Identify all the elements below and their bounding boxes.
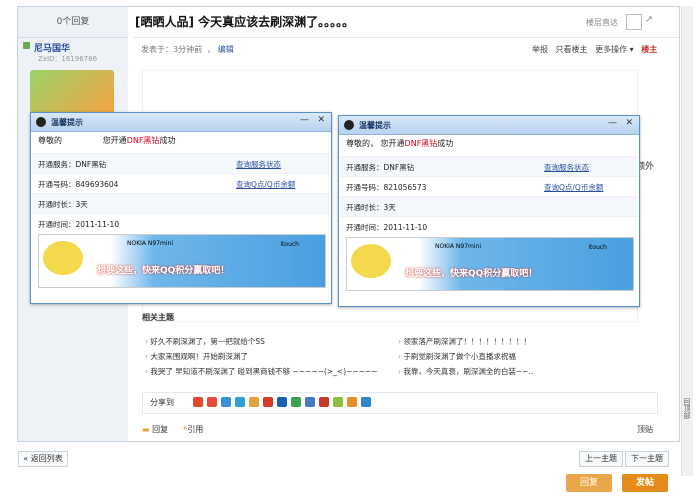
info-row: 开通号码：849693604 查询Q点/Q币余额	[32, 173, 330, 194]
author-zxid: ZxID：16196786	[38, 55, 98, 63]
popup-titlebar[interactable]: 温馨提示 — ✕	[31, 113, 331, 132]
author-name[interactable]: 尼马国华	[34, 41, 70, 54]
only-author-link[interactable]: 只看楼主	[556, 45, 588, 54]
reply-main-button[interactable]: 回复	[566, 474, 612, 492]
avatar[interactable]	[30, 70, 114, 114]
check-service-link[interactable]: 查询服务状态	[544, 162, 589, 173]
qq-penguin-icon	[36, 117, 46, 127]
floor-go-arrow-icon[interactable]: ➚	[645, 14, 653, 25]
share-tencent-icon[interactable]	[221, 397, 231, 407]
author-badge: 楼主	[641, 45, 658, 54]
info-row: 开通时长：3天	[32, 193, 330, 214]
share-douban-icon[interactable]	[277, 397, 287, 407]
check-service-link[interactable]: 查询服务状态	[236, 159, 281, 170]
info-row: 开通时间：2011-11-10	[32, 213, 330, 234]
thread-title: [晒晒人品] 今天真应该去刷深渊了。。。。。	[135, 15, 355, 29]
share-bar	[142, 392, 658, 414]
notification-popup: 温馨提示 — ✕ 尊敬的 您开通DNF黑钻成功 开通服务：DNF黑钻 查询服务状…	[30, 112, 332, 304]
greeting: 尊敬的， 您开通DNF黑钻成功	[346, 139, 454, 148]
bump-button[interactable]: 顶贴	[637, 424, 653, 435]
share-kaixin-icon[interactable]	[263, 397, 273, 407]
notification-popup: 温馨提示 — ✕ 尊敬的， 您开通DNF黑钻成功 开通服务：DNF黑钻 查询服务…	[338, 115, 640, 307]
related-title: 相关主题	[142, 313, 174, 322]
next-topic-button[interactable]: 下一主题	[625, 451, 669, 467]
post-time: 发表于：3分钟前	[141, 45, 203, 54]
qq-points-logo-icon	[43, 241, 83, 275]
share-pengyou-icon[interactable]	[235, 397, 245, 407]
edit-link[interactable]: 编辑	[218, 45, 234, 54]
reply-button[interactable]: ▬ 回复	[142, 424, 168, 435]
quote-button[interactable]: ❝引用	[183, 424, 203, 435]
related-link[interactable]: 好久不刷深渊了，第一把就给个SS	[145, 336, 265, 347]
share-renren-icon[interactable]	[249, 397, 259, 407]
qq-penguin-icon	[344, 120, 354, 130]
reply-count: 0个回复	[18, 7, 128, 38]
divider	[134, 37, 679, 38]
share-163-icon[interactable]	[319, 397, 329, 407]
popup-title: 温馨提示	[51, 118, 83, 127]
close-icon[interactable]: ✕	[317, 115, 325, 125]
floor-go-label: 楼层直达	[586, 18, 618, 27]
ad-banner[interactable]: NOKIA N97mini itouch 想要这些，快来QQ积分赢取吧！	[38, 234, 326, 288]
share-weibo-icon[interactable]	[207, 397, 217, 407]
reply-icon: ▬	[142, 425, 150, 434]
popup-titlebar[interactable]: 温馨提示 — ✕	[339, 116, 639, 135]
info-row: 开通时长：3天	[340, 196, 638, 217]
related-link[interactable]: 于刷觉刷深渊了做个小直播求祝福	[398, 351, 516, 362]
close-icon[interactable]: ✕	[625, 118, 633, 128]
share-feixin-icon[interactable]	[347, 397, 357, 407]
minimize-icon[interactable]: —	[300, 115, 309, 125]
related-link[interactable]: 我靠，今天真衰，刷深渊全的白装~~..	[398, 366, 533, 377]
post-meta: 发表于：3分钟前 ， 编辑	[141, 45, 234, 54]
prev-topic-button[interactable]: 上一主题	[579, 451, 623, 467]
share-qzone-icon[interactable]	[193, 397, 203, 407]
related-link[interactable]: 我哭了 早知道不刷深渊了 碰到黑商钱不够 ~~~~~(>_<)~~~~~	[145, 366, 377, 377]
share-msn-icon[interactable]	[333, 397, 343, 407]
back-to-list-button[interactable]: « 返回列表	[18, 451, 68, 467]
share-more-icon[interactable]	[361, 397, 371, 407]
back-to-top-button[interactable]: 回顶部	[680, 398, 692, 424]
info-row: 开通服务：DNF黑钻 查询服务状态	[32, 153, 330, 174]
popup-title: 温馨提示	[359, 121, 391, 130]
post-actions: 举报 只看楼主 更多操作 ▾ 楼主	[527, 44, 657, 55]
info-row: 开通号码：821056573 查询Q点/Q币余额	[340, 176, 638, 197]
minimize-icon[interactable]: —	[608, 118, 617, 128]
greeting: 尊敬的 您开通DNF黑钻成功	[38, 136, 176, 145]
related-link[interactable]: 领家落产刷深渊了！！！！！！！！！	[398, 336, 531, 347]
share-baidu-icon[interactable]	[305, 397, 315, 407]
info-row: 开通时间：2011-11-10	[340, 216, 638, 237]
more-actions-dropdown[interactable]: 更多操作 ▾	[595, 45, 634, 54]
check-balance-link[interactable]: 查询Q点/Q币余额	[236, 179, 295, 190]
related-link[interactable]: 大家来围观啊！开始刷深渊了	[145, 351, 248, 362]
online-status-icon	[23, 42, 30, 49]
info-row: 开通服务：DNF黑钻 查询服务状态	[340, 156, 638, 177]
new-post-button[interactable]: 发帖	[622, 474, 668, 492]
ad-banner[interactable]: NOKIA N97mini itouch 想要这些，快来QQ积分赢取吧！	[346, 237, 634, 291]
qq-points-logo-icon	[351, 244, 391, 278]
check-balance-link[interactable]: 查询Q点/Q币余额	[544, 182, 603, 193]
share-sohu-icon[interactable]	[291, 397, 301, 407]
report-link[interactable]: 举报	[532, 45, 548, 54]
floor-go-input[interactable]	[626, 14, 642, 30]
share-label: 分享到	[150, 398, 174, 407]
